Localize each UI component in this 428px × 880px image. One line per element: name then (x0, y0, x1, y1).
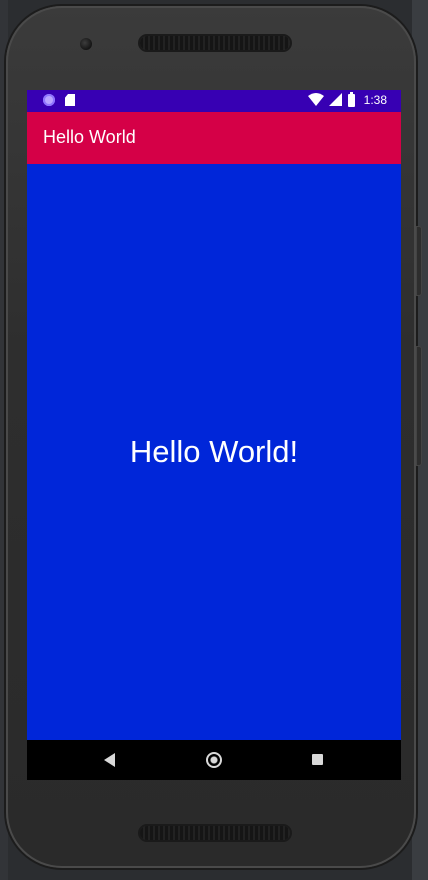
status-bar: 1:38 (27, 90, 401, 112)
main-content: Hello World! (27, 164, 401, 740)
recents-icon[interactable] (312, 754, 323, 765)
notification-circle-icon (43, 94, 55, 106)
signal-icon (328, 93, 342, 106)
app-title: Hello World (43, 127, 136, 147)
back-icon[interactable] (104, 753, 115, 767)
front-camera (80, 38, 92, 50)
app-bar: Hello World (27, 112, 401, 164)
wifi-icon (307, 93, 324, 106)
volume-button[interactable] (416, 346, 422, 466)
bottom-speaker-grille (140, 826, 290, 840)
phone-frame: 1:38 Hello World Hello World! (6, 6, 422, 868)
status-clock: 1:38 (363, 93, 387, 107)
system-status-area: 1:38 (307, 91, 387, 107)
power-button[interactable] (416, 226, 422, 296)
notification-area (43, 94, 75, 106)
navigation-bar (27, 740, 401, 780)
home-icon[interactable] (206, 752, 222, 768)
top-speaker-grille (140, 36, 290, 50)
battery-icon (347, 91, 355, 107)
device-screen: 1:38 Hello World Hello World! (27, 90, 401, 780)
hello-world-text: Hello World! (129, 434, 299, 469)
sd-card-icon (65, 94, 75, 106)
